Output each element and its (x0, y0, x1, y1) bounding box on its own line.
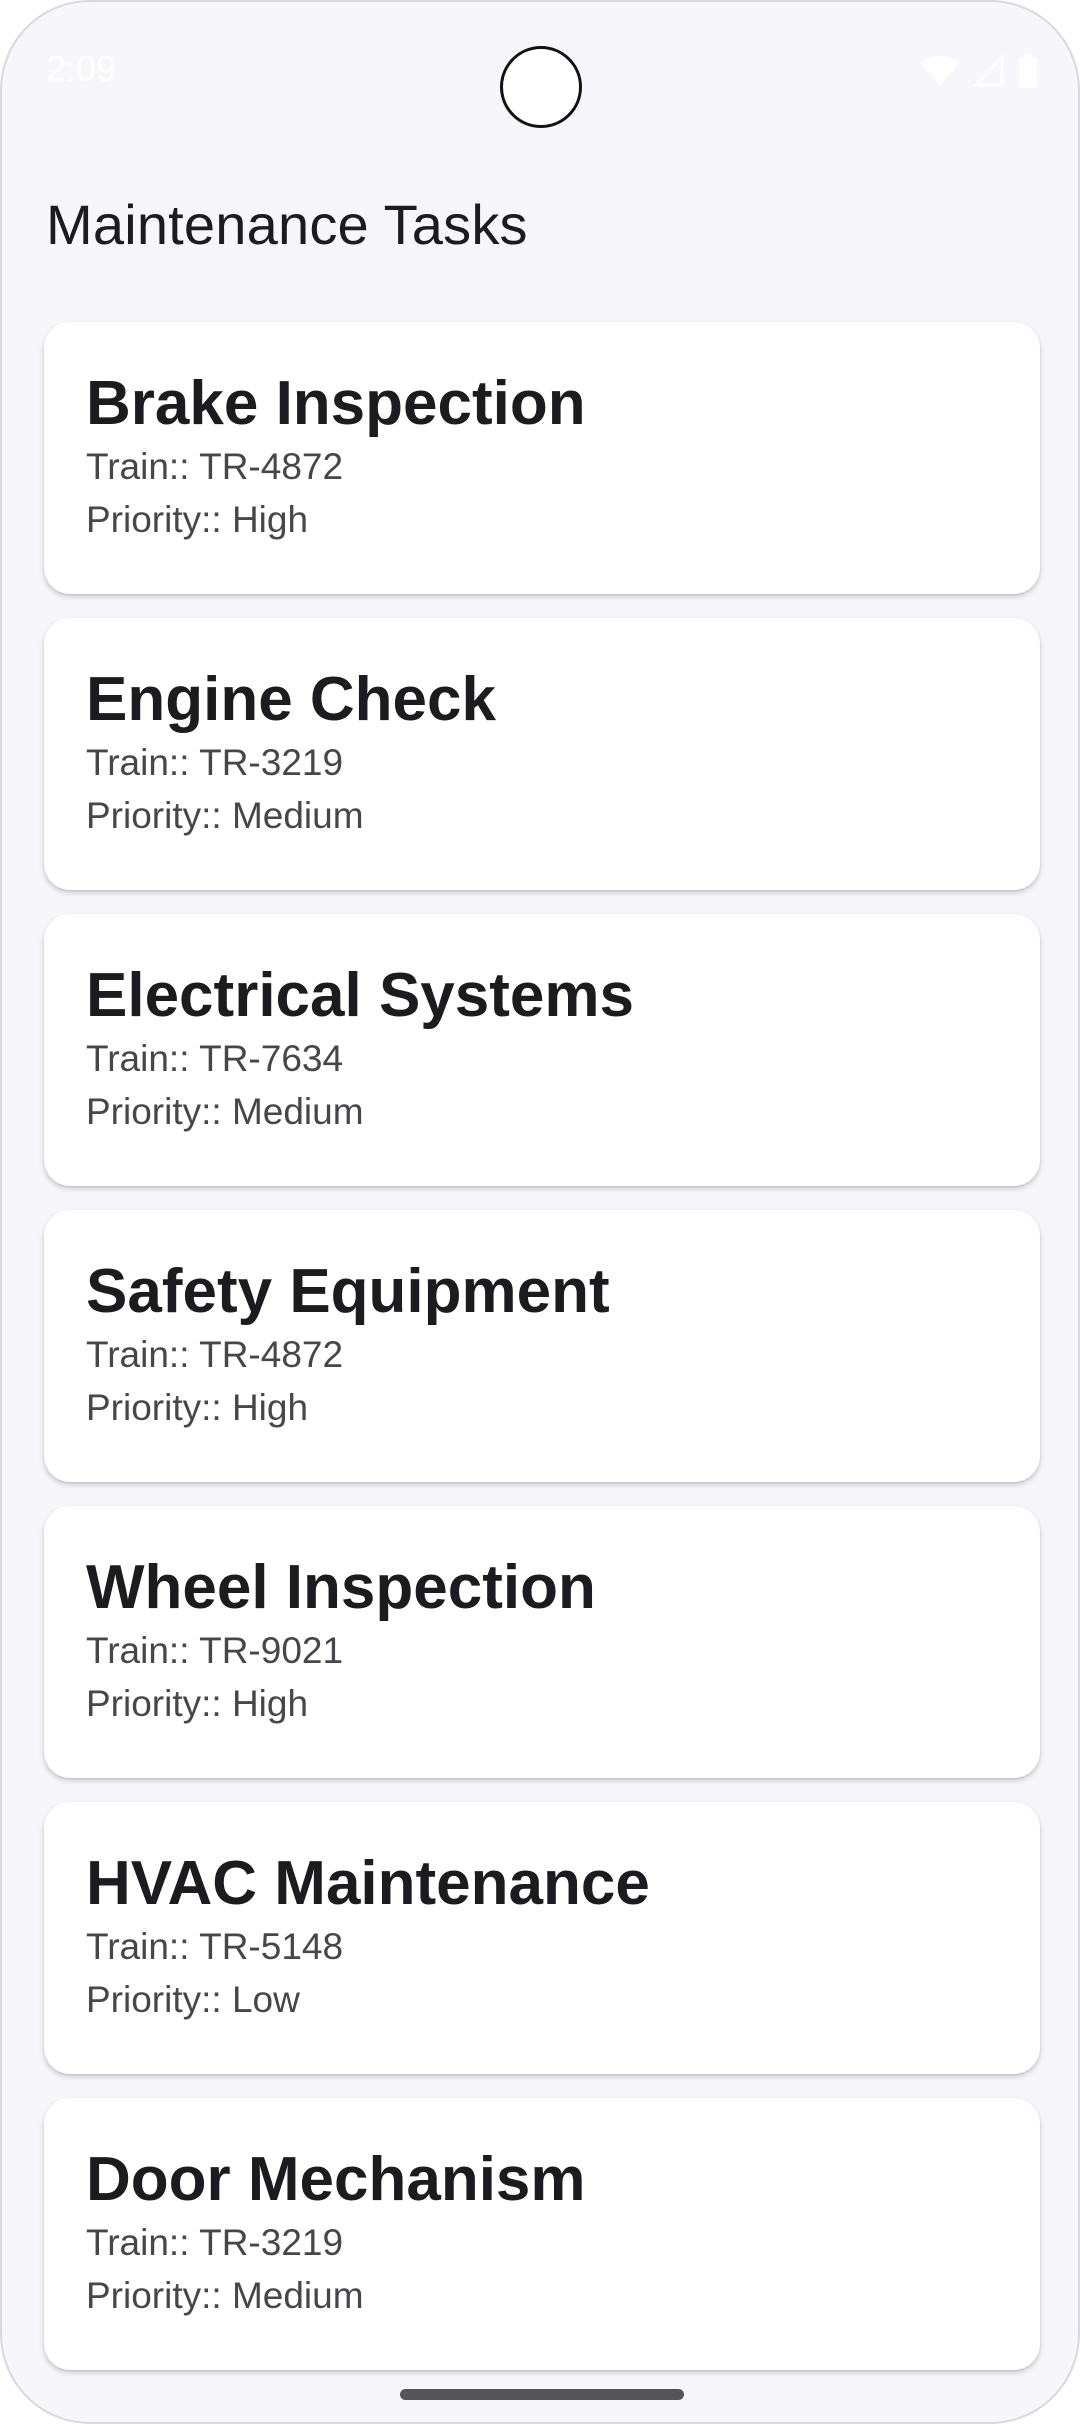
task-priority: Priority:: Medium (86, 795, 364, 836)
task-title: Wheel Inspection (86, 1553, 596, 1622)
task-card[interactable]: Safety Equipment Train:: TR-4872 Priorit… (44, 1210, 1040, 1482)
task-title: Electrical Systems (86, 961, 635, 1030)
camera-cutout (500, 46, 582, 128)
task-title: Safety Equipment (86, 1257, 610, 1326)
task-card[interactable]: HVAC Maintenance Train:: TR-5148 Priorit… (44, 1802, 1040, 2074)
task-train: Train:: TR-4872 (86, 1334, 344, 1375)
task-train: Train:: TR-5148 (86, 1926, 344, 1967)
status-bar: 2:09 (2, 2, 1078, 142)
task-title: Engine Check (86, 665, 496, 734)
task-card[interactable]: Electrical Systems Train:: TR-7634 Prior… (44, 914, 1040, 1186)
status-time: 2:09 (46, 48, 117, 89)
task-card[interactable]: Wheel Inspection Train:: TR-9021 Priorit… (44, 1506, 1040, 1778)
task-train: Train:: TR-4872 (86, 446, 344, 487)
task-train: Train:: TR-3219 (86, 2222, 344, 2263)
wifi-icon (920, 55, 960, 87)
battery-icon (1018, 54, 1038, 88)
page-title: Maintenance Tasks (46, 193, 528, 256)
status-icons (920, 54, 1038, 88)
signal-icon (974, 55, 1004, 87)
task-title: Brake Inspection (86, 369, 586, 438)
task-priority: Priority:: High (86, 1387, 309, 1428)
task-priority: Priority:: Medium (86, 1091, 364, 1132)
home-indicator[interactable] (400, 2389, 684, 2400)
task-title: HVAC Maintenance (86, 1849, 650, 1918)
task-train: Train:: TR-7634 (86, 1038, 344, 1079)
task-priority: Priority:: High (86, 499, 309, 540)
task-title: Door Mechanism (86, 2145, 586, 2214)
task-card[interactable]: Engine Check Train:: TR-3219 Priority:: … (44, 618, 1040, 890)
task-card[interactable]: Door Mechanism Train:: TR-3219 Priority:… (44, 2098, 1040, 2370)
task-card[interactable]: Brake Inspection Train:: TR-4872 Priorit… (44, 322, 1040, 594)
task-priority: Priority:: High (86, 1683, 309, 1724)
task-priority: Priority:: Medium (86, 2275, 364, 2316)
task-train: Train:: TR-3219 (86, 742, 344, 783)
task-list: Brake Inspection Train:: TR-4872 Priorit… (44, 322, 1040, 2394)
task-priority: Priority:: Low (86, 1979, 300, 2020)
task-train: Train:: TR-9021 (86, 1630, 344, 1671)
phone-screen: 2:09 Maintenance Tasks Brake Inspection … (0, 0, 1080, 2424)
